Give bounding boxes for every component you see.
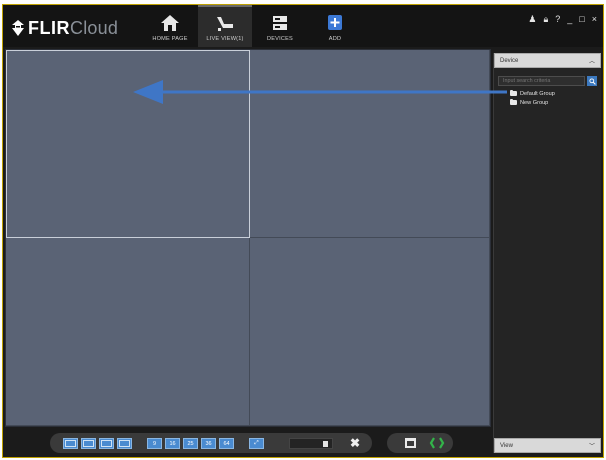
home-icon	[161, 15, 179, 31]
device-panel-header[interactable]: Device ︿	[494, 53, 601, 68]
device-search-input[interactable]	[498, 76, 586, 86]
nav-devices-label: DEVICES	[267, 36, 293, 42]
help-icon[interactable]: ?	[555, 15, 560, 24]
fullscreen-icon[interactable]: ⤢	[249, 438, 264, 449]
lock-icon[interactable]: 🔒︎	[543, 15, 548, 24]
search-button[interactable]	[587, 76, 597, 86]
device-panel-title: Device	[500, 57, 519, 64]
nav-live-view-label: LIVE VIEW(1)	[206, 36, 244, 42]
layout-4-button[interactable]	[81, 438, 96, 449]
view-panel-header[interactable]: View ﹀	[494, 438, 601, 453]
live-view-toolbar: 9 16 25 36 64 ⤢ ✖	[5, 430, 491, 457]
tree-item-default-group[interactable]: Default Group	[510, 89, 601, 98]
stream-select[interactable]	[289, 438, 333, 449]
device-tree: Default Group New Group	[510, 89, 601, 107]
device-search	[498, 76, 597, 86]
folder-icon	[510, 90, 517, 96]
flir-cloud-logo: FLIR Cloud	[11, 17, 118, 39]
layout-16-button[interactable]: 16	[165, 438, 180, 449]
layout-8-button[interactable]	[117, 438, 132, 449]
nav-live-view[interactable]: LIVE VIEW(1)	[198, 5, 252, 47]
layout-1-button[interactable]	[63, 438, 78, 449]
devices-icon	[273, 16, 287, 30]
nav-add[interactable]: ADD	[308, 5, 362, 47]
window-controls: ♟ 🔒︎ ? _ □ ×	[528, 15, 597, 24]
add-icon	[328, 15, 342, 30]
tree-item-new-group[interactable]: New Group	[510, 98, 601, 107]
video-channel-3[interactable]	[6, 238, 250, 426]
video-channel-4[interactable]	[250, 238, 490, 426]
close-all-icon[interactable]: ✖	[350, 436, 360, 450]
window-mode-icon[interactable]	[405, 438, 416, 448]
layout-25-button[interactable]: 25	[183, 438, 198, 449]
layout-64-button[interactable]: 64	[219, 438, 234, 449]
nav-devices[interactable]: DEVICES	[253, 5, 307, 47]
chevron-up-icon[interactable]: ︿	[589, 56, 595, 65]
view-panel-title: View	[500, 442, 513, 449]
dropdown-arrow-icon	[323, 441, 328, 447]
nav-home-page[interactable]: HOME PAGE	[143, 5, 197, 47]
flir-logo-icon	[11, 20, 25, 36]
title-bar: FLIR Cloud HOME PAGE LIVE VIEW(1) DEVICE…	[3, 5, 603, 47]
camera-icon	[217, 17, 233, 31]
chevron-down-icon[interactable]: ﹀	[589, 441, 595, 450]
logo-text-primary: FLIR	[28, 17, 70, 38]
logo-text-secondary: Cloud	[70, 17, 119, 38]
maximize-icon[interactable]: □	[579, 15, 584, 24]
layout-36-button[interactable]: 36	[201, 438, 216, 449]
user-icon[interactable]: ♟	[528, 15, 536, 24]
search-icon	[588, 77, 596, 85]
tree-item-label: New Group	[520, 99, 549, 106]
layout-9-button[interactable]: 9	[147, 438, 162, 449]
video-channel-2[interactable]	[250, 50, 490, 238]
minimize-icon[interactable]: _	[567, 15, 572, 24]
live-view-grid	[5, 49, 491, 427]
nav-home-page-label: HOME PAGE	[152, 36, 188, 42]
tree-item-label: Default Group	[520, 90, 555, 97]
nav-add-label: ADD	[328, 36, 342, 42]
main-nav: HOME PAGE LIVE VIEW(1) DEVICES ADD	[143, 5, 363, 47]
folder-icon	[510, 99, 517, 105]
video-channel-1[interactable]	[6, 50, 250, 238]
device-panel: Device ︿ Default Group New Group View ﹀	[493, 53, 601, 453]
record-icon[interactable]	[429, 435, 445, 451]
layout-6-button[interactable]	[99, 438, 114, 449]
app-window: FLIR Cloud HOME PAGE LIVE VIEW(1) DEVICE…	[2, 4, 604, 458]
close-icon[interactable]: ×	[592, 15, 597, 24]
